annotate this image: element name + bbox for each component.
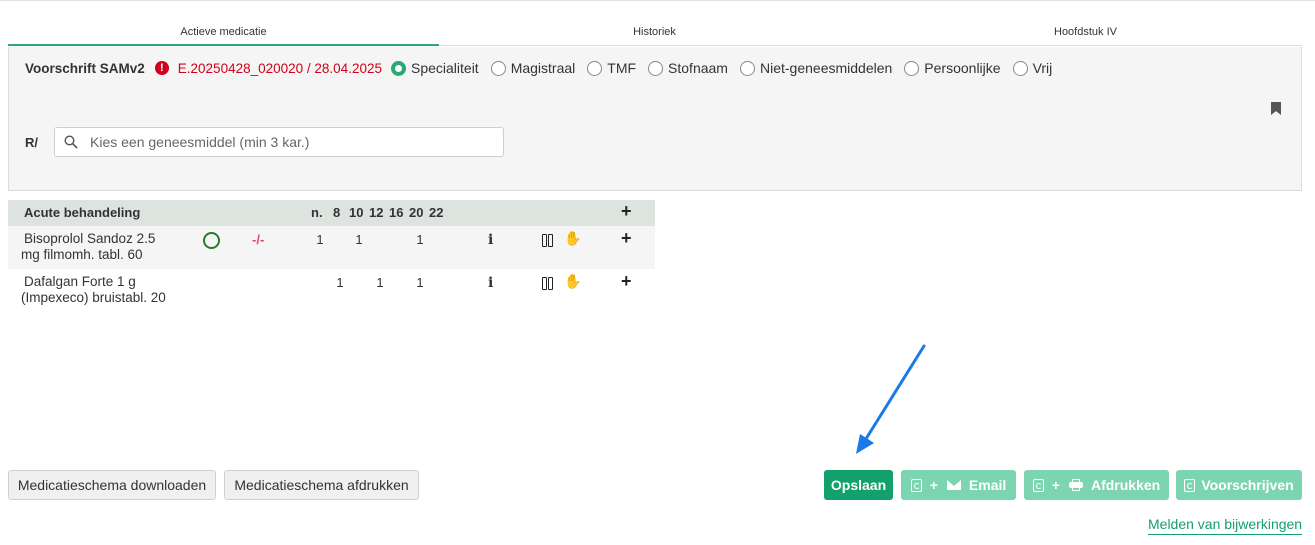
radio-circle-icon <box>587 60 603 76</box>
table-header: Acute behandeling n. 8 10 12 16 20 22 + <box>8 200 655 226</box>
radio-stofnaam[interactable]: Stofnaam <box>648 60 728 76</box>
pause-icon[interactable] <box>542 234 554 247</box>
dose-12: 1 <box>376 275 384 290</box>
drug-search-input[interactable] <box>88 133 468 151</box>
print-schema-button[interactable]: Medicatieschema afdrukken <box>224 470 419 500</box>
dose-n: 1 <box>316 232 324 247</box>
radio-niet-geneesmiddelen[interactable]: Niet-geneesmiddelen <box>739 60 892 76</box>
email-button[interactable]: + Email <box>901 470 1016 500</box>
download-schema-button[interactable]: Medicatieschema downloaden <box>8 470 216 500</box>
dose-20: 1 <box>416 232 424 247</box>
drug-name[interactable]: Bisoprolol Sandoz 2.5 mg filmomh. tabl. … <box>21 231 184 263</box>
printer-icon <box>1068 479 1083 491</box>
header-10: 10 <box>349 205 364 220</box>
dose-10: 1 <box>355 232 363 247</box>
radio-circle-icon <box>739 60 755 76</box>
header-20: 20 <box>409 205 424 220</box>
table-row: Dafalgan Forte 1 g (Impexeco) bruistabl.… <box>8 269 655 312</box>
prescription-label: Voorschrift SAMv2 <box>25 60 145 76</box>
info-icon[interactable]: i <box>488 232 493 248</box>
report-side-effects-link[interactable]: Melden van bijwerkingen <box>1148 516 1303 535</box>
medication-table: Acute behandeling n. 8 10 12 16 20 22 + … <box>8 200 655 312</box>
dose-8: 1 <box>336 275 344 290</box>
radio-specialiteit[interactable]: Specialiteit <box>390 60 479 76</box>
table-row: Bisoprolol Sandoz 2.5 mg filmomh. tabl. … <box>8 226 655 269</box>
radio-circle-icon <box>1012 60 1028 76</box>
drug-search-field[interactable] <box>54 127 504 157</box>
r-label: R/ <box>25 135 38 150</box>
product-type-radio-group: Specialiteit Magistraal TMF Stofnaam Nie… <box>390 60 1064 76</box>
add-row-button[interactable]: + <box>621 228 632 249</box>
info-icon[interactable]: i <box>488 275 493 291</box>
add-row-button[interactable]: + <box>621 271 632 292</box>
header-n: n. <box>311 205 323 220</box>
prescribe-button[interactable]: Voorschrijven <box>1176 470 1302 500</box>
circle-outline-icon <box>203 232 220 249</box>
header-12: 12 <box>369 205 384 220</box>
save-button[interactable]: Opslaan <box>824 470 893 500</box>
dose-20: 1 <box>416 275 424 290</box>
tab-hoofdstuk-iv[interactable]: Hoofdstuk IV <box>870 20 1301 45</box>
radio-circle-icon <box>490 60 506 76</box>
prescription-panel: Voorschrift SAMv2 ! E.20250428_020020 / … <box>8 47 1302 191</box>
tab-actieve-medicatie[interactable]: Actieve medicatie <box>8 20 439 46</box>
radio-magistraal[interactable]: Magistraal <box>490 60 575 76</box>
exclamation-circle-icon: ! <box>154 61 169 75</box>
print-button[interactable]: + Afdrukken <box>1024 470 1169 500</box>
prescription-id: E.20250428_020020 / 28.04.2025 <box>177 60 382 76</box>
prescription-doc-icon <box>1184 478 1196 492</box>
header-16: 16 <box>389 205 404 220</box>
prescription-header: Voorschrift SAMv2 ! E.20250428_020020 / … <box>25 60 1064 76</box>
annotation-arrow <box>856 344 926 454</box>
envelope-icon <box>946 480 961 490</box>
hand-stop-icon[interactable]: ✋ <box>564 273 581 290</box>
add-medication-button[interactable]: + <box>621 201 632 222</box>
header-22: 22 <box>429 205 444 220</box>
bookmark-icon[interactable] <box>1271 102 1281 115</box>
prescription-doc-icon <box>910 478 922 492</box>
radio-circle-icon <box>390 60 406 76</box>
search-icon <box>64 135 78 149</box>
top-divider <box>0 0 1315 1</box>
radio-persoonlijke[interactable]: Persoonlijke <box>904 60 1001 76</box>
radio-tmf[interactable]: TMF <box>587 60 636 76</box>
radio-vrij[interactable]: Vrij <box>1012 60 1052 76</box>
tab-bar: Actieve medicatie Historiek Hoofdstuk IV <box>8 20 1302 46</box>
prescription-doc-icon <box>1032 478 1044 492</box>
drug-name[interactable]: Dafalgan Forte 1 g (Impexeco) bruistabl.… <box>21 274 184 306</box>
pause-icon[interactable] <box>542 277 554 290</box>
dash-value: -/- <box>252 232 265 247</box>
header-8: 8 <box>333 205 341 220</box>
header-title: Acute behandeling <box>24 205 141 220</box>
radio-circle-icon <box>904 60 920 76</box>
hand-stop-icon[interactable]: ✋ <box>564 230 581 247</box>
tab-historiek[interactable]: Historiek <box>439 20 870 45</box>
radio-circle-icon <box>648 60 664 76</box>
